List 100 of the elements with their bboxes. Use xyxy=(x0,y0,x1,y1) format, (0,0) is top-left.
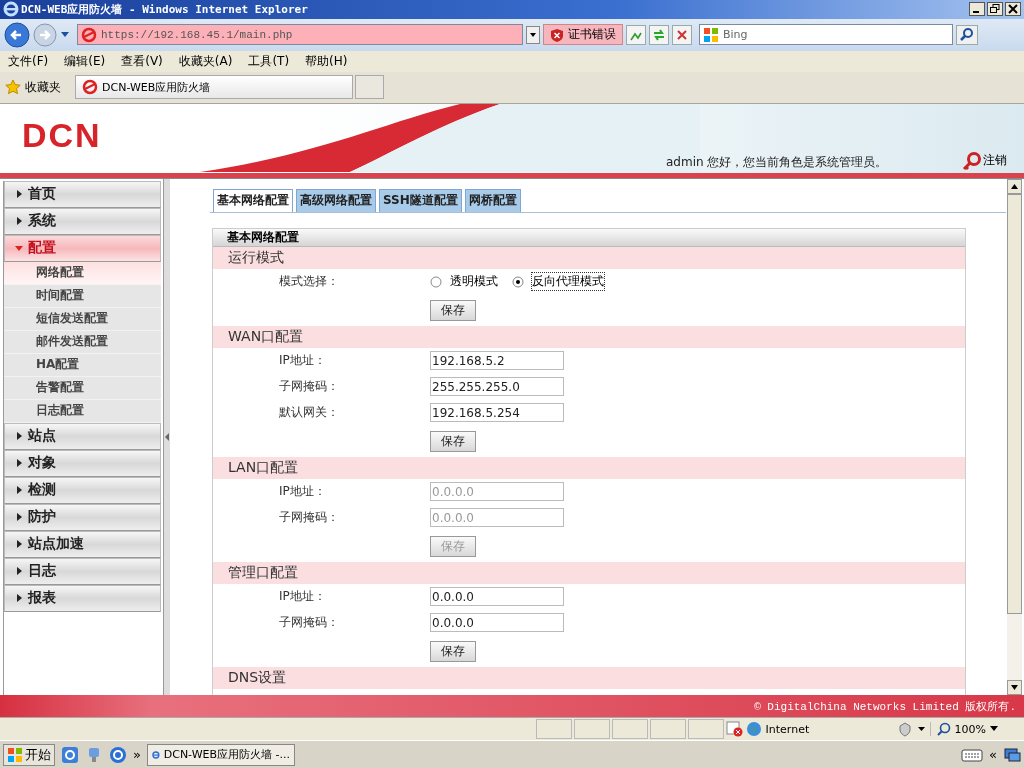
app-icon[interactable] xyxy=(109,745,127,764)
field-label: 子网掩码： xyxy=(278,378,340,396)
section-header: 管理口配置 xyxy=(213,561,965,584)
input-field[interactable]: 0.0.0.0 xyxy=(430,613,564,633)
radio-option[interactable]: 透明模式 xyxy=(430,273,498,291)
radio-option[interactable]: 反向代理模式 xyxy=(512,273,604,291)
radio-icon xyxy=(430,275,442,288)
caret-down-icon xyxy=(990,726,998,733)
menu-item[interactable]: 编辑(E) xyxy=(64,52,106,70)
scrollbar-thumb[interactable] xyxy=(1007,193,1022,614)
browser-icon[interactable] xyxy=(61,745,79,764)
sidebar-subitem[interactable]: 时间配置 xyxy=(4,284,161,308)
keyboard-icon[interactable] xyxy=(961,747,984,762)
sidebar-item[interactable]: 系统 xyxy=(4,207,161,235)
search-icon[interactable] xyxy=(956,24,978,45)
windows-flag-icon xyxy=(703,26,719,43)
input-field[interactable]: 255.255.255.0 xyxy=(430,377,564,397)
sidebar-item[interactable]: 配置 xyxy=(4,234,161,262)
menu-item[interactable]: 查看(V) xyxy=(121,52,163,70)
browser-tab[interactable]: DCN-WEB应用防火墙 xyxy=(75,75,353,100)
status-pane xyxy=(573,719,610,740)
field-label: 子网掩码： xyxy=(278,509,340,527)
logout-link[interactable]: 注销 xyxy=(962,150,1007,171)
caret-right-icon xyxy=(15,432,23,441)
sidebar-item[interactable]: 检测 xyxy=(4,476,161,504)
menu-item[interactable]: 文件(F) xyxy=(8,52,49,70)
sidebar-item[interactable]: 首页 xyxy=(4,180,161,208)
url-text: https://192.168.45.1/main.php xyxy=(101,28,293,41)
sidebar-subitem[interactable]: 短信发送配置 xyxy=(4,307,161,331)
tab[interactable]: SSH隧道配置 xyxy=(379,188,462,212)
greeting-text: admin 您好，您当前角色是系统管理员。 xyxy=(666,153,888,171)
save-button[interactable]: 保存 xyxy=(430,299,476,321)
save-button[interactable]: 保存 xyxy=(430,430,476,452)
search-field[interactable]: Bing xyxy=(699,24,953,46)
zone-text: Internet xyxy=(765,722,810,736)
refresh-icon[interactable] xyxy=(649,24,669,45)
sidebar-subitem[interactable]: HA配置 xyxy=(4,353,161,377)
stop-icon[interactable] xyxy=(672,24,692,45)
dropdown-icon[interactable] xyxy=(526,25,540,44)
certificate-error-button[interactable]: 证书错误 xyxy=(543,24,623,46)
more-button[interactable]: » xyxy=(133,747,141,762)
collapse-icon xyxy=(165,432,169,441)
menu-item[interactable]: 收藏夹(A) xyxy=(178,52,233,70)
address-field[interactable]: https://192.168.45.1/main.php xyxy=(77,24,523,46)
site-icon xyxy=(82,79,98,96)
sidebar-subitem[interactable]: 邮件发送配置 xyxy=(4,330,161,354)
field-label: 子网掩码： xyxy=(278,614,340,632)
input-field[interactable]: 0.0.0.0 xyxy=(430,587,564,607)
close-icon[interactable] xyxy=(1005,2,1021,17)
save-button[interactable]: 保存 xyxy=(430,640,476,662)
status-pane xyxy=(535,719,572,740)
sidebar-item[interactable]: 站点 xyxy=(4,422,161,450)
sidebar-item[interactable]: 站点加速 xyxy=(4,530,161,558)
zoom-icon xyxy=(936,722,951,737)
section-header: 运行模式 xyxy=(213,246,965,269)
field-label: IP地址： xyxy=(278,483,327,501)
sidebar-subitem[interactable]: 网络配置 xyxy=(4,261,161,285)
tab[interactable]: 高级网络配置 xyxy=(296,188,376,212)
site-icon xyxy=(81,26,97,43)
input-field[interactable]: 192.168.5.254 xyxy=(430,403,564,423)
sidebar-subitem[interactable]: 日志配置 xyxy=(4,399,161,423)
zoom-control[interactable]: 100% xyxy=(929,722,1004,737)
menu-item[interactable]: 工具(T) xyxy=(248,52,290,70)
caret-right-icon xyxy=(15,567,23,576)
input-field[interactable]: 192.168.5.2 xyxy=(430,351,564,371)
tab[interactable]: 基本网络配置 xyxy=(213,188,293,212)
sidebar-item[interactable]: 报表 xyxy=(4,584,161,612)
splitter-handle[interactable] xyxy=(163,178,170,696)
minimize-icon[interactable] xyxy=(969,2,985,17)
sidebar-item[interactable]: 日志 xyxy=(4,557,161,585)
menu-item[interactable]: 帮助(H) xyxy=(305,52,348,70)
dropdown-icon[interactable] xyxy=(60,30,70,39)
start-button[interactable]: 开始 xyxy=(3,743,55,766)
status-pane xyxy=(687,719,724,740)
blocked-icon xyxy=(725,721,744,738)
sidebar-item[interactable]: 对象 xyxy=(4,449,161,477)
caret-right-icon xyxy=(15,594,23,603)
window-title: DCN-WEB应用防火墙 - Windows Internet Explorer xyxy=(21,2,308,17)
scrollbar[interactable] xyxy=(1007,178,1022,696)
caret-right-icon xyxy=(15,217,23,226)
caret-right-icon xyxy=(15,513,23,522)
sidebar-item[interactable]: 防护 xyxy=(4,503,161,531)
logo: DCN xyxy=(22,115,102,155)
favorites-button[interactable]: 收藏夹 xyxy=(0,78,75,96)
compatibility-icon[interactable] xyxy=(626,24,646,45)
status-pane xyxy=(649,719,686,740)
display-icon[interactable] xyxy=(1003,746,1021,763)
caret-right-icon xyxy=(15,190,23,199)
sidebar-subitem[interactable]: 告警配置 xyxy=(4,376,161,400)
tray-expand-button[interactable]: « xyxy=(989,747,997,762)
caret-down-icon xyxy=(15,244,23,253)
status-pane xyxy=(611,719,648,740)
windows-flag-icon xyxy=(7,746,23,763)
footer-bar: © DigitalChina Networks Limited 版权所有. xyxy=(0,695,1024,718)
globe-icon xyxy=(745,721,762,738)
taskbar-task[interactable]: DCN-WEB应用防火墙 -... xyxy=(146,743,295,766)
back-icon[interactable] xyxy=(4,21,30,48)
restore-icon[interactable] xyxy=(987,2,1003,17)
protected-mode-icon[interactable] xyxy=(897,721,928,738)
tab[interactable]: 网桥配置 xyxy=(464,188,521,212)
